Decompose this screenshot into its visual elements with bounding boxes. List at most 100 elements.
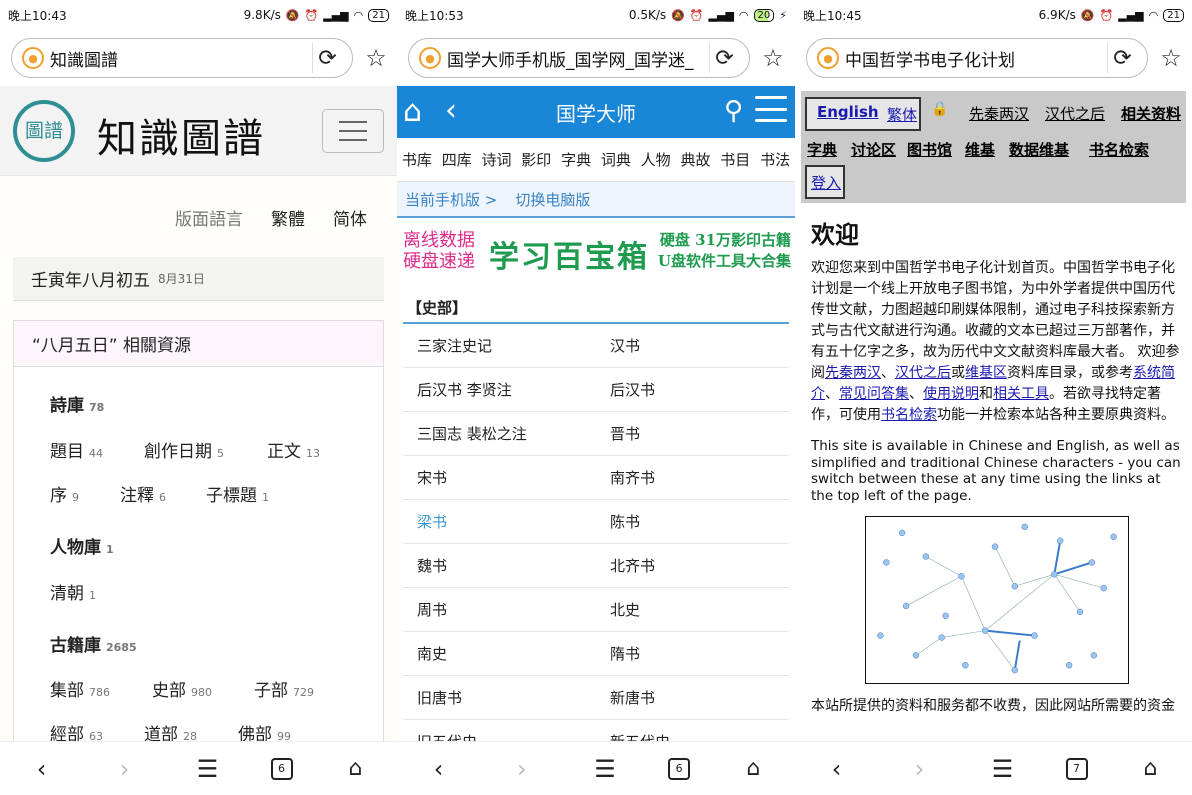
hamburger-menu-icon[interactable] (322, 109, 384, 153)
ad-banner[interactable]: 离线数据 硬盘速递 学习百宝箱 硬盘 31万影印古籍 U盘软件工具大合集 (401, 228, 791, 288)
menu-item[interactable]: 词典 (601, 149, 631, 170)
table-row: 后汉书 李贤注 后汉书 (403, 368, 789, 412)
back-icon[interactable]: ‹ (419, 755, 459, 783)
site-logo-seal[interactable]: 圖譜 (13, 100, 75, 162)
link-tools[interactable]: 相关工具 (993, 386, 1049, 402)
nav-related[interactable]: 相关资料 (1121, 103, 1181, 124)
menu-item[interactable]: 字典 (561, 149, 591, 170)
bookmark-star-icon[interactable]: ☆ (1157, 43, 1185, 73)
category-renwuku[interactable]: 人物庫 1 (50, 533, 114, 558)
traditional-link[interactable]: 繁体 (887, 104, 917, 125)
related-resources-card: “八月五日” 相關資源 詩庫 78 題目 44 創作日期 5 正文 13 序9 注釋 6 … (13, 320, 384, 751)
tabs-count-icon[interactable]: 7 (1065, 757, 1088, 780)
browser-bottom-nav: ‹ › ☰ 7 ⌂ (795, 741, 1192, 795)
menu-item[interactable]: 书库 (402, 149, 432, 170)
sub-link[interactable]: 清朝 1 (50, 579, 96, 604)
login-link[interactable]: 登入 (811, 172, 841, 193)
menu-icon[interactable]: ☰ (585, 755, 625, 783)
reload-icon[interactable]: ⟳ (1107, 43, 1137, 73)
tabs-count-icon[interactable]: 6 (668, 757, 691, 780)
status-bar: 晚上10:45 6.9K/s 🔕 ⏰ ▂▄▆ ◠ 21 (795, 0, 1192, 30)
forward-icon[interactable]: › (900, 755, 940, 783)
forward-icon[interactable]: › (105, 755, 145, 783)
sub-link[interactable]: 注釋 6 (120, 481, 166, 506)
language-switch: 版面語言 繁體 简体 (175, 205, 367, 230)
site-body: 当前手机版 > 切换电脑版 离线数据 硬盘速递 学习百宝箱 硬盘 31万影印古籍 U… (397, 182, 795, 764)
sub-link[interactable]: 史部 980 (152, 676, 212, 701)
wifi-icon: ◠ (353, 8, 364, 22)
sub-link[interactable]: 子標題 1 (206, 481, 269, 506)
sub-link[interactable]: 題目 44 (50, 437, 103, 462)
menu-item[interactable]: 书目 (720, 149, 750, 170)
tabs-count-icon[interactable]: 6 (270, 757, 293, 780)
forward-icon[interactable]: › (502, 755, 542, 783)
menu-item[interactable]: 书法 (760, 149, 790, 170)
site-security-icon[interactable]: ● (22, 47, 44, 69)
address-bar[interactable]: ● 知識圖譜 ⟳ (11, 38, 353, 78)
site-security-icon[interactable]: ● (817, 47, 839, 69)
link-faq[interactable]: 常见问答集 (839, 386, 909, 402)
lang-simplified-link[interactable]: 简体 (333, 205, 367, 230)
lang-traditional-link[interactable]: 繁體 (271, 205, 305, 230)
table-row: 三家注史记 汉书 (403, 324, 789, 368)
link-wiki[interactable]: 维基区 (965, 365, 1007, 381)
site-security-icon[interactable]: ● (419, 47, 441, 69)
site-nav: English 繁体 🔒 先秦两汉 汉代之后 相关资料 字典 讨论区 图书馆 维… (801, 91, 1186, 203)
page-title-in-address[interactable]: 中国哲学书电子化计划 (845, 46, 1107, 71)
link-post-han[interactable]: 汉代之后 (895, 365, 951, 381)
english-link[interactable]: English (817, 103, 879, 121)
nav-pre-qin[interactable]: 先秦两汉 (969, 103, 1029, 124)
battery-icon: 21 (1163, 8, 1184, 22)
address-bar[interactable]: ● 中国哲学书电子化计划 ⟳ (806, 38, 1148, 78)
mobile-version-link[interactable]: 当前手机版 > (405, 189, 497, 210)
address-bar[interactable]: ● 国学大师手机版_国学网_国学迷_ ⟳ (408, 38, 750, 78)
page-title-in-address[interactable]: 国学大师手机版_国学网_国学迷_ (447, 46, 709, 71)
menu-icon[interactable]: ☰ (983, 755, 1023, 783)
menu-icon[interactable]: ☰ (188, 755, 228, 783)
sub-link[interactable]: 序9 (50, 481, 79, 506)
sub-link[interactable]: 集部 786 (50, 676, 110, 701)
back-icon[interactable]: ‹ (817, 755, 857, 783)
link-pre-qin[interactable]: 先秦两汉 (825, 365, 881, 381)
nav-library[interactable]: 图书馆 (907, 139, 952, 160)
link-title-search[interactable]: 书名检索 (881, 407, 937, 423)
link-instructions[interactable]: 使用说明 (923, 386, 979, 402)
nav-forum[interactable]: 讨论区 (851, 139, 896, 160)
menu-item[interactable]: 人物 (641, 149, 671, 170)
sub-link[interactable]: 創作日期 5 (144, 437, 224, 462)
search-icon[interactable]: ⚲ (724, 96, 743, 126)
phone-2-guoxue-dashi: 晚上10:53 0.5K/s 🔕 ⏰ ▂▄▆ ◠ 20 ⚡ ● 国学大师手机版_… (397, 0, 795, 795)
sub-link[interactable]: 正文 13 (267, 437, 320, 462)
version-links: 当前手机版 > 切换电脑版 (397, 182, 795, 218)
category-shiku[interactable]: 詩庫 78 (50, 391, 104, 416)
page-title-in-address[interactable]: 知識圖譜 (50, 46, 312, 71)
phone-1-zhishi-tupu: 晚上10:43 9.8K/s 🔕 ⏰ ▂▄▆ ◠ 21 ● 知識圖譜 ⟳ ☆ 圖… (0, 0, 397, 795)
reload-icon[interactable]: ⟳ (709, 43, 739, 73)
bookmark-star-icon[interactable]: ☆ (759, 43, 787, 73)
home-icon[interactable]: ⌂ (733, 756, 773, 781)
nav-title-search[interactable]: 书名检索 (1089, 139, 1149, 160)
menu-list-icon[interactable] (755, 96, 787, 122)
nav-dictionary[interactable]: 字典 (807, 139, 837, 160)
nav-post-han[interactable]: 汉代之后 (1045, 103, 1105, 124)
menu-item[interactable]: 典故 (680, 149, 710, 170)
reload-icon[interactable]: ⟳ (312, 43, 342, 73)
nav-wiki[interactable]: 维基 (965, 139, 995, 160)
home-icon[interactable]: ⌂ (1131, 756, 1171, 781)
alarm-icon: ⏰ (689, 8, 704, 22)
pc-version-link[interactable]: 切换电脑版 (515, 189, 590, 210)
category-gujiku[interactable]: 古籍庫 2685 (50, 631, 137, 656)
menu-item[interactable]: 诗词 (481, 149, 511, 170)
network-graph-image[interactable] (865, 516, 1129, 684)
wifi-icon: ◠ (738, 8, 749, 22)
status-bar: 晚上10:43 9.8K/s 🔕 ⏰ ▂▄▆ ◠ 21 (0, 0, 397, 30)
nav-data-wiki[interactable]: 数据维基 (1009, 139, 1069, 160)
home-icon[interactable]: ⌂ (336, 756, 376, 781)
sub-link[interactable]: 子部 729 (254, 676, 314, 701)
bookmark-star-icon[interactable]: ☆ (362, 43, 390, 73)
status-bar: 晚上10:53 0.5K/s 🔕 ⏰ ▂▄▆ ◠ 20 ⚡ (397, 0, 795, 30)
back-icon[interactable]: ‹ (22, 755, 62, 783)
menu-item[interactable]: 影印 (521, 149, 551, 170)
menu-item[interactable]: 四库 (442, 149, 472, 170)
status-time: 晚上10:53 (405, 8, 464, 23)
